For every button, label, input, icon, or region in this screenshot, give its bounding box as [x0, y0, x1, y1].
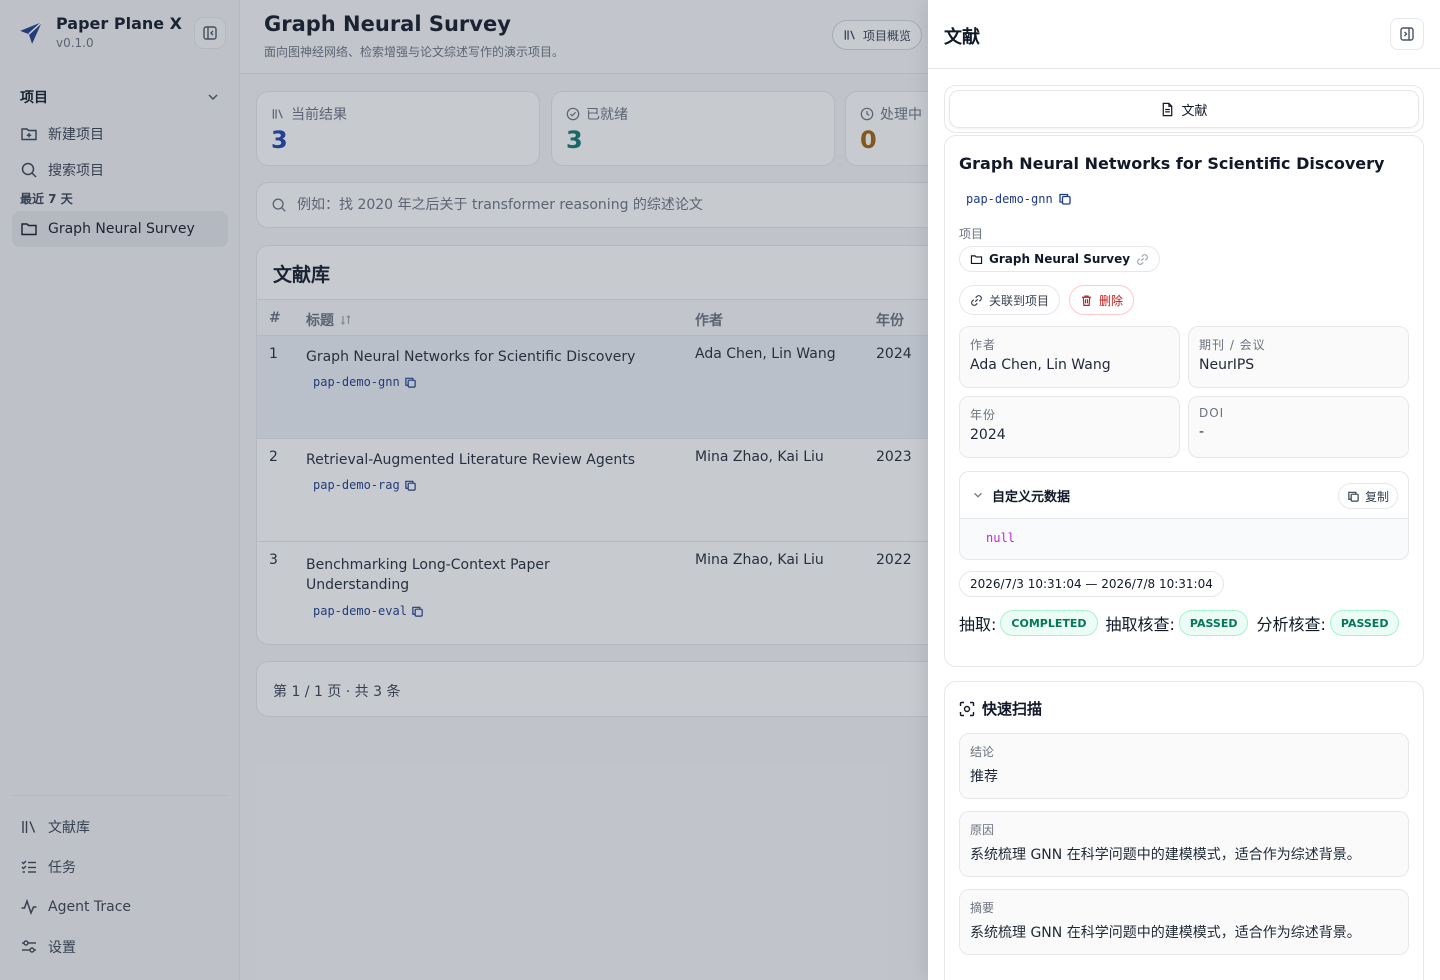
- field-value: 2024: [970, 427, 1006, 443]
- extract-status-badge: COMPLETED: [1000, 610, 1098, 636]
- link-to-project-button[interactable]: 关联到项目: [959, 285, 1061, 315]
- scan-value: 系统梳理 GNN 在科学问题中的建模模式，适合作为综述背景。: [970, 847, 1361, 863]
- field-label: 期刊 / 会议: [1199, 338, 1266, 352]
- custom-metadata-panel: 自定义元数据 复制 null: [959, 471, 1409, 560]
- scan-label: 结论: [970, 745, 995, 759]
- copy-icon: [1348, 491, 1359, 502]
- scan-field-summary: 摘要 系统梳理 GNN 在科学问题中的建模模式，适合作为综述背景。: [959, 889, 1409, 955]
- paper-title: Graph Neural Networks for Scientific Dis…: [959, 154, 1385, 173]
- quick-scan-header: 快速扫描: [959, 698, 1042, 719]
- quick-scan-title: 快速扫描: [982, 700, 1043, 718]
- field-doi: DOI -: [1188, 396, 1409, 458]
- link-icon: [971, 294, 982, 306]
- paper-id-copy[interactable]: pap-demo-gnn: [966, 192, 1072, 206]
- drawer-collapse-button[interactable]: [1390, 18, 1424, 50]
- copy-metadata-label: 复制: [1364, 489, 1389, 504]
- analysis-status-badge: PASSED: [1329, 610, 1400, 636]
- scan-field-reason: 原因 系统梳理 GNN 在科学问题中的建模模式，适合作为综述背景。: [959, 811, 1409, 877]
- field-value: -: [1199, 424, 1205, 440]
- extract-status-label: 抽取:: [959, 615, 997, 634]
- link-icon: [1137, 253, 1148, 265]
- document-icon: [1163, 102, 1173, 116]
- field-label: 作者: [970, 338, 997, 352]
- quick-scan-card: 快速扫描 结论 推荐 原因 系统梳理 GNN 在科学问题中的建模模式，适合作为综…: [944, 681, 1424, 980]
- scan-value: 系统梳理 GNN 在科学问题中的建模模式，适合作为综述背景。: [970, 925, 1361, 941]
- paper-detail-card: Graph Neural Networks for Scientific Dis…: [944, 135, 1424, 667]
- scan-icon: [959, 701, 975, 716]
- tab-paper-label: 文献: [1181, 103, 1208, 119]
- field-year: 年份 2024: [959, 396, 1180, 458]
- field-authors: 作者 Ada Chen, Lin Wang: [959, 326, 1180, 388]
- status-row: 抽取: COMPLETED 抽取核查: PASSED 分析核查: PASSED: [959, 610, 1407, 636]
- tab-paper[interactable]: 文献: [949, 90, 1419, 128]
- paper-detail-drawer: 文献 文献 Graph Neural Networks for Scientif…: [928, 0, 1440, 980]
- drawer-tabs: 文献: [944, 85, 1424, 133]
- project-chip[interactable]: Graph Neural Survey: [959, 246, 1161, 272]
- chevron-down-icon: [974, 492, 982, 498]
- analysis-status-label: 分析核查:: [1256, 615, 1326, 634]
- trash-icon: [1082, 294, 1091, 306]
- field-value: Ada Chen, Lin Wang: [970, 357, 1111, 373]
- paper-id-text: pap-demo-gnn: [966, 192, 1053, 206]
- check-status-badge: PASSED: [1178, 610, 1249, 636]
- link-to-project-label: 关联到项目: [989, 293, 1050, 308]
- field-venue: 期刊 / 会议 NeurIPS: [1188, 326, 1409, 388]
- time-range-badge: 2026/7/3 10:31:04 — 2026/7/8 10:31:04: [959, 571, 1224, 597]
- scan-label: 原因: [970, 823, 995, 837]
- field-value: NeurIPS: [1199, 357, 1255, 373]
- copy-metadata-button[interactable]: 复制: [1337, 483, 1398, 509]
- drawer-header: 文献: [928, 0, 1440, 69]
- custom-metadata-toggle[interactable]: 自定义元数据 复制: [960, 472, 1408, 519]
- delete-label: 删除: [1099, 293, 1124, 308]
- custom-metadata-title: 自定义元数据: [992, 489, 1071, 505]
- scan-label: 摘要: [970, 901, 995, 915]
- folder-icon: [970, 254, 983, 264]
- copy-icon: [1059, 193, 1071, 205]
- project-chip-label: Graph Neural Survey: [989, 252, 1131, 266]
- field-label: 年份: [970, 408, 997, 422]
- scan-field-conclusion: 结论 推荐: [959, 733, 1409, 799]
- panel-right-close-icon: [1400, 27, 1414, 41]
- project-label: 项目: [959, 227, 984, 241]
- custom-metadata-value: null: [960, 519, 1408, 559]
- delete-button[interactable]: 删除: [1069, 285, 1135, 315]
- drawer-title: 文献: [944, 27, 980, 48]
- check-status-label: 抽取核查:: [1105, 615, 1175, 634]
- scan-value: 推荐: [970, 769, 998, 785]
- drawer-backdrop[interactable]: [0, 0, 928, 980]
- field-label: DOI: [1199, 406, 1225, 420]
